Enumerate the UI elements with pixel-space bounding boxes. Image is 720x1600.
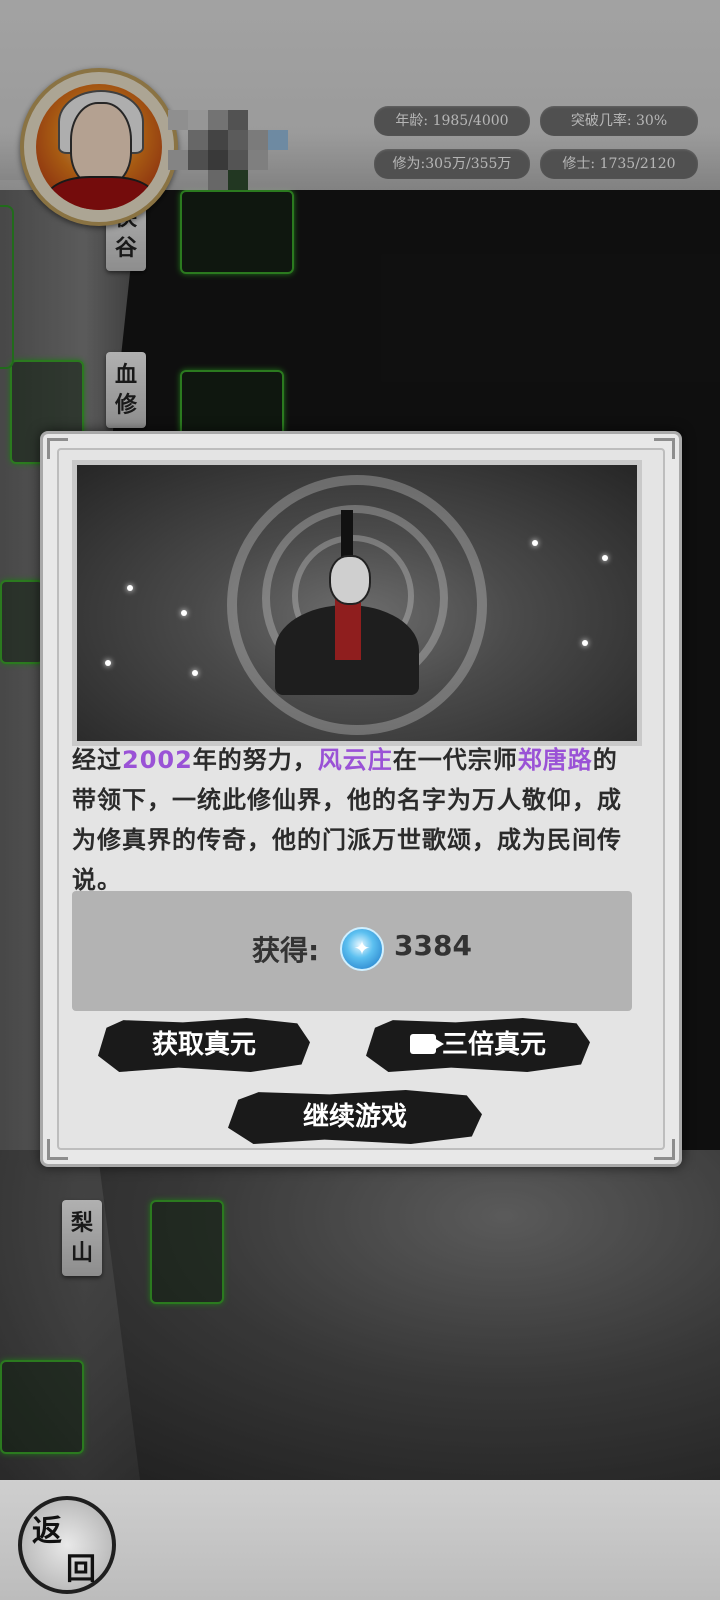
star <box>602 555 608 561</box>
reward-panel: 获得: ✦ 3384 <box>72 891 632 1011</box>
star <box>105 660 111 666</box>
continue-game-button[interactable]: 继续游戏 <box>228 1090 482 1144</box>
star <box>192 670 198 676</box>
star <box>181 610 187 616</box>
back-label-top: 返 <box>32 1514 62 1549</box>
story-master-name: 郑唐路 <box>517 746 593 774</box>
frame-corner <box>47 1139 68 1160</box>
continue-button-label: 继续游戏 <box>302 1102 407 1132</box>
star <box>582 640 588 646</box>
story-text: 年的努力， <box>192 746 318 774</box>
claim-button-label: 获取真元 <box>151 1030 256 1060</box>
story-text: 在一代宗师 <box>392 746 518 774</box>
ascension-illustration <box>72 460 642 746</box>
story-text: 经过 <box>72 746 122 774</box>
story-year: 2002 <box>122 746 193 774</box>
frame-corner <box>47 438 68 459</box>
ending-story-text: 经过2002年的努力，风云庄在一代宗师郑唐路的带领下，一统此修仙界，他的名字为万… <box>72 740 632 900</box>
triple-button-label: 三倍真元 <box>441 1030 546 1060</box>
star <box>127 585 133 591</box>
monk-crown <box>341 510 353 560</box>
reward-value: 3384 <box>394 929 472 962</box>
claim-reward-button[interactable]: 获取真元 <box>98 1018 310 1072</box>
triple-reward-button[interactable]: 三倍真元 <box>366 1018 590 1072</box>
back-label-bottom: 回 <box>66 1552 96 1587</box>
frame-corner <box>654 438 675 459</box>
star <box>532 540 538 546</box>
back-button[interactable]: 返 回 <box>18 1496 116 1594</box>
spirit-orb-icon: ✦ <box>340 927 384 971</box>
story-sect-name: 风云庄 <box>317 746 393 774</box>
frame-corner <box>654 1139 675 1160</box>
monk-face <box>329 555 371 605</box>
video-icon <box>409 1033 444 1054</box>
reward-label: 获得: <box>252 934 320 967</box>
